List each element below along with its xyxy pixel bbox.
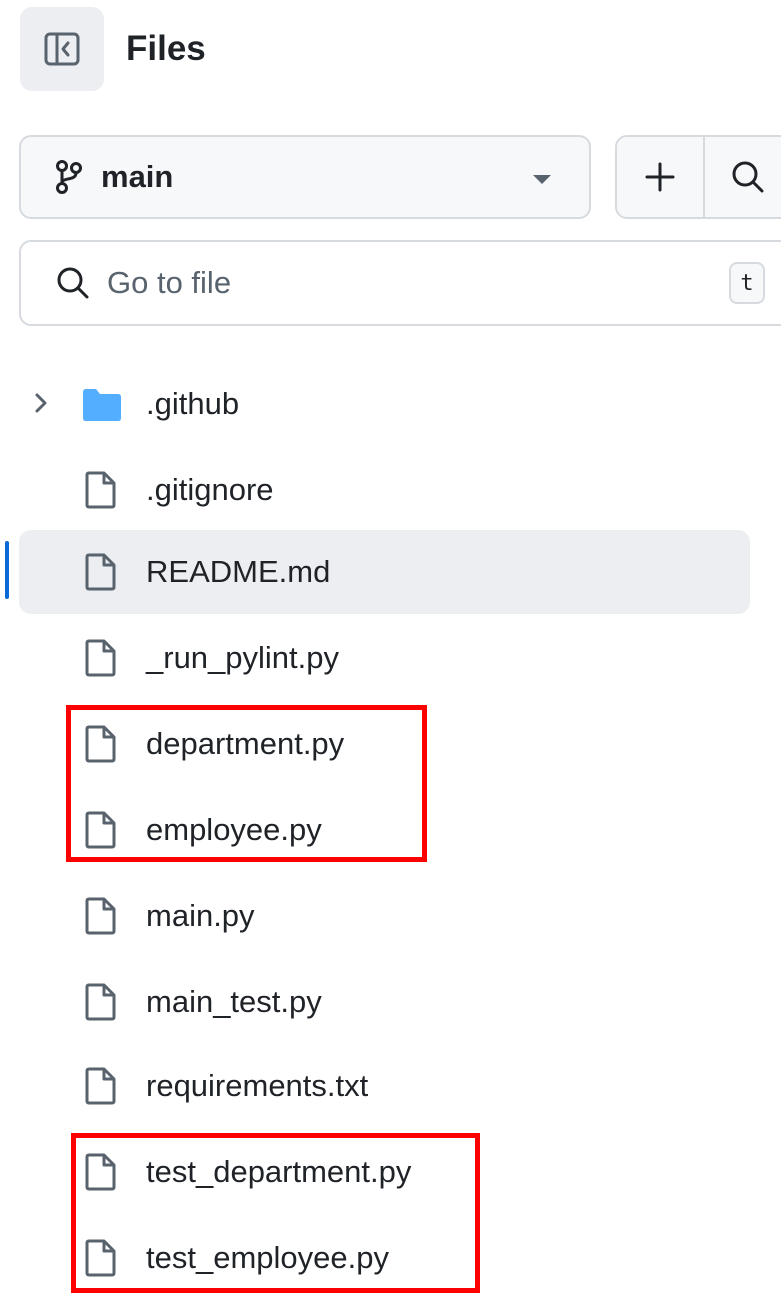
go-to-file-input[interactable] — [105, 264, 669, 302]
tree-item-label: .gitignore — [146, 472, 274, 507]
tree-item-file[interactable]: requirements.txt — [19, 1044, 750, 1128]
keyboard-shortcut-hint: t — [729, 262, 765, 304]
plus-icon — [645, 162, 675, 192]
add-file-button[interactable] — [617, 137, 703, 217]
tree-item-label: README.md — [146, 554, 331, 589]
folder-icon — [83, 389, 121, 421]
chevron-right-icon — [35, 393, 47, 413]
file-icon — [85, 639, 116, 677]
tree-item-file[interactable]: _run_pylint.py — [19, 616, 750, 700]
search-code-button[interactable] — [703, 137, 781, 217]
tree-item-file[interactable]: .gitignore — [19, 448, 750, 532]
file-icon — [85, 983, 116, 1021]
active-item-indicator — [5, 541, 9, 599]
file-icon — [85, 471, 116, 509]
tree-item-label: requirements.txt — [146, 1068, 369, 1103]
go-to-file-search[interactable]: t — [19, 240, 781, 326]
tree-item-file-selected[interactable]: README.md — [19, 530, 750, 614]
branch-name: main — [101, 159, 174, 194]
panel-title: Files — [126, 29, 206, 68]
collapse-panel-button[interactable] — [20, 7, 104, 91]
files-header: Files — [20, 7, 206, 91]
chevron-down-icon — [533, 175, 551, 184]
git-branch-icon — [55, 159, 83, 195]
tree-item-folder[interactable]: .github — [19, 362, 750, 446]
tree-item-label: _run_pylint.py — [146, 640, 340, 675]
file-actions-group — [615, 135, 781, 219]
branch-selector[interactable]: main — [19, 135, 591, 219]
sidebar-collapse-icon — [44, 32, 80, 66]
file-icon — [85, 553, 116, 591]
tree-item-label: main.py — [146, 898, 255, 933]
annotation-highlight-box — [71, 1133, 480, 1293]
file-icon — [85, 1067, 116, 1105]
tree-item-file[interactable]: main_test.py — [19, 960, 750, 1044]
search-icon — [732, 161, 764, 193]
file-icon — [85, 897, 116, 935]
tree-item-file[interactable]: main.py — [19, 874, 750, 958]
tree-item-label: .github — [146, 386, 240, 421]
annotation-highlight-box — [66, 705, 427, 862]
search-icon — [55, 265, 91, 301]
tree-item-label: main_test.py — [146, 984, 322, 1019]
